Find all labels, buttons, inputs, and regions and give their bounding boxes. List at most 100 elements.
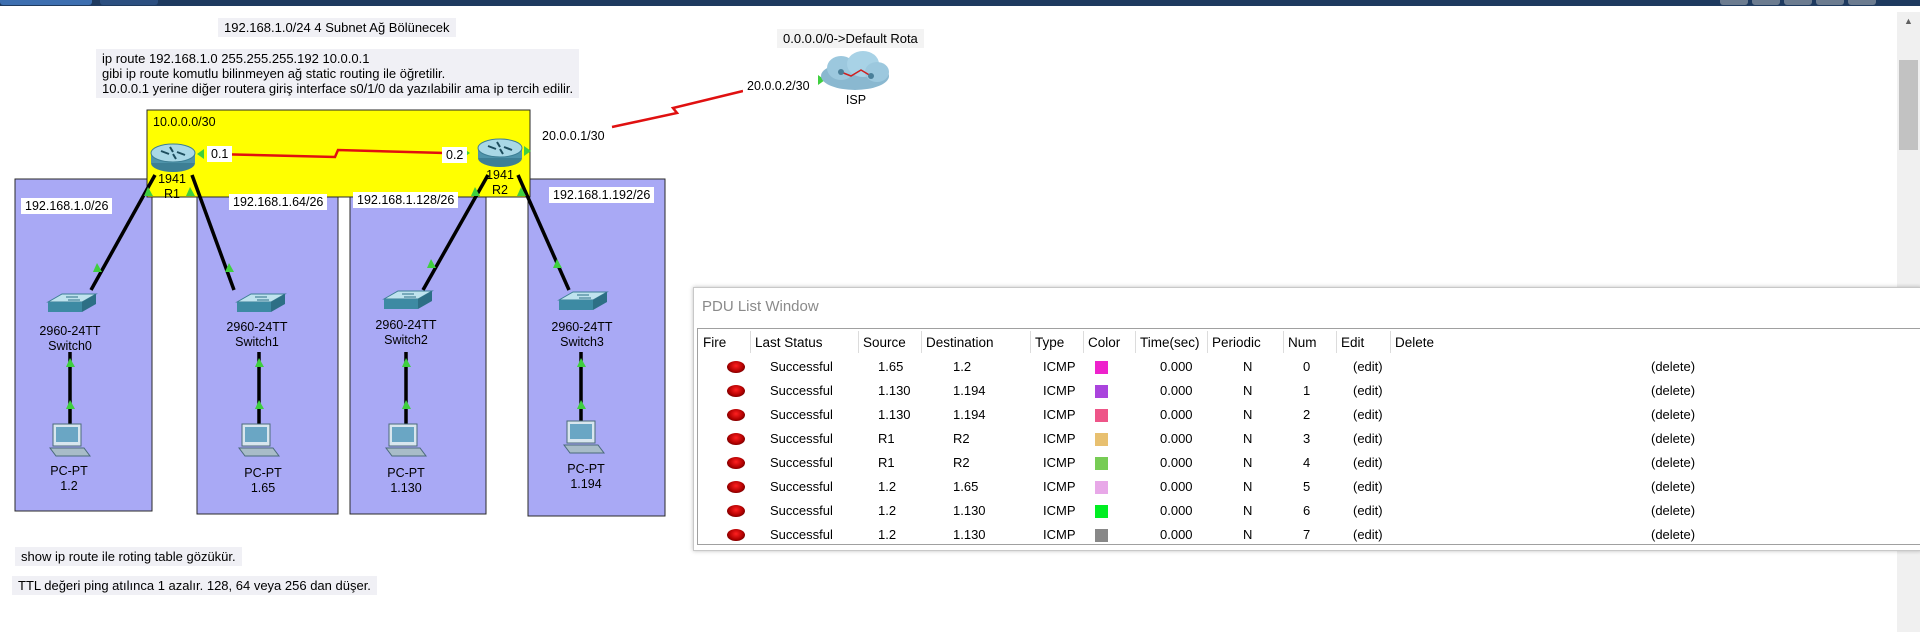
router-r2-name: R2 <box>492 183 508 197</box>
pdu-row-periodic: N <box>1243 527 1253 542</box>
column-header-periodic[interactable]: Periodic <box>1212 335 1261 350</box>
pdu-row-edit-link[interactable]: (edit) <box>1353 407 1383 422</box>
pdu-table[interactable]: Fire Last Status Source Destination Type… <box>697 328 1920 545</box>
pdu-row-delete-link[interactable]: (delete) <box>1651 383 1695 398</box>
pdu-row-source: R1 <box>878 455 895 470</box>
pdu-row-edit-link[interactable]: (edit) <box>1353 479 1383 494</box>
pdu-row-edit-link[interactable]: (edit) <box>1353 383 1383 398</box>
pdu-row-time: 0.000 <box>1160 359 1193 374</box>
pdu-row-periodic: N <box>1243 407 1253 422</box>
router-r2-icon[interactable] <box>477 138 523 167</box>
fire-button-icon[interactable] <box>727 505 745 517</box>
scroll-up-arrow-icon[interactable]: ▲ <box>1899 12 1918 30</box>
r2-interface-label: 0.2 <box>442 147 468 163</box>
switch1-label: 2960-24TT Switch1 <box>212 320 302 350</box>
column-header-source[interactable]: Source <box>863 335 906 350</box>
pc1-name: 1.65 <box>250 481 276 495</box>
column-header-delete[interactable]: Delete <box>1395 335 1434 350</box>
pdu-row-delete-link[interactable]: (delete) <box>1651 431 1695 446</box>
router-r1-icon[interactable] <box>150 143 196 172</box>
default-route-note[interactable]: 0.0.0.0/0->Default Rota <box>777 29 924 48</box>
serial-link-r2-isp <box>611 89 744 129</box>
pdu-row-edit-link[interactable]: (edit) <box>1353 431 1383 446</box>
pdu-row-type: ICMP <box>1043 479 1076 494</box>
pdu-row-periodic: N <box>1243 383 1253 398</box>
column-divider <box>1030 331 1031 353</box>
pdu-row-edit-link[interactable]: (edit) <box>1353 527 1383 542</box>
column-header-destination[interactable]: Destination <box>926 335 994 350</box>
pdu-row-delete-link[interactable]: (delete) <box>1651 479 1695 494</box>
pdu-row-time: 0.000 <box>1160 383 1193 398</box>
fire-button-icon[interactable] <box>727 433 745 445</box>
pdu-row-edit-link[interactable]: (edit) <box>1353 359 1383 374</box>
pdu-row-delete-link[interactable]: (delete) <box>1651 503 1695 518</box>
ttl-note[interactable]: TTL değeri ping atılınca 1 azalır. 128, … <box>12 576 377 595</box>
pdu-row-delete-link[interactable]: (delete) <box>1651 359 1695 374</box>
pdu-row-color-swatch <box>1095 433 1108 446</box>
column-header-color[interactable]: Color <box>1088 335 1120 350</box>
fire-button-icon[interactable] <box>727 385 745 397</box>
isp-label: ISP <box>811 93 901 108</box>
isp-name: ISP <box>845 93 867 107</box>
pdu-row-color-swatch <box>1095 361 1108 374</box>
pdu-row-periodic: N <box>1243 455 1253 470</box>
subnet-label-0: 192.168.1.0/26 <box>21 198 113 214</box>
column-header-type[interactable]: Type <box>1035 335 1064 350</box>
wan-network-label: 10.0.0.0/30 <box>149 114 220 130</box>
pdu-row-color-swatch <box>1095 409 1108 422</box>
column-divider <box>1336 331 1337 353</box>
pdu-row-status: Successful <box>770 407 833 422</box>
pdu-row-edit-link[interactable]: (edit) <box>1353 455 1383 470</box>
pdu-row-delete-link[interactable]: (delete) <box>1651 407 1695 422</box>
pdu-row-num: 3 <box>1303 431 1311 446</box>
scrollbar-thumb[interactable] <box>1899 60 1918 150</box>
column-header-fire[interactable]: Fire <box>703 335 726 350</box>
pdu-list-window[interactable]: PDU List Window Fire Last Status Source … <box>693 287 1920 551</box>
ttl-note-text: TTL değeri ping atılınca 1 azalır. 128, … <box>18 578 371 593</box>
column-divider <box>858 331 859 353</box>
pdu-row-time: 0.000 <box>1160 479 1193 494</box>
router-r1-name: R1 <box>164 187 180 201</box>
pdu-row-time: 0.000 <box>1160 527 1193 542</box>
pdu-row-type: ICMP <box>1043 359 1076 374</box>
column-header-num[interactable]: Num <box>1288 335 1317 350</box>
pdu-row-color-swatch <box>1095 529 1108 542</box>
pdu-row-status: Successful <box>770 431 833 446</box>
pdu-row-time: 0.000 <box>1160 503 1193 518</box>
fire-button-icon[interactable] <box>727 457 745 469</box>
pdu-row-edit-link[interactable]: (edit) <box>1353 503 1383 518</box>
route-note[interactable]: ip route 192.168.1.0 255.255.255.192 10.… <box>96 49 580 98</box>
column-divider <box>1083 331 1084 353</box>
subnet-label-1: 192.168.1.64/26 <box>229 194 328 210</box>
pdu-row-destination: 1.194 <box>953 383 986 398</box>
column-header-edit[interactable]: Edit <box>1341 335 1364 350</box>
pc2-name: 1.130 <box>390 481 422 495</box>
title-note[interactable]: 192.168.1.0/24 4 Subnet Ağ Bölünecek <box>218 18 456 37</box>
pdu-row-type: ICMP <box>1043 407 1076 422</box>
column-header-time[interactable]: Time(sec) <box>1140 335 1200 350</box>
pdu-row-num: 1 <box>1303 383 1311 398</box>
r1-interface-label: 0.1 <box>207 146 233 162</box>
pc3-name: 1.194 <box>570 477 602 491</box>
router-r2-label: 1941 R2 <box>455 168 545 198</box>
pdu-row-color-swatch <box>1095 457 1108 470</box>
column-divider <box>1390 331 1391 353</box>
pdu-row-num: 0 <box>1303 359 1311 374</box>
fire-button-icon[interactable] <box>727 361 745 373</box>
pdu-row-delete-link[interactable]: (delete) <box>1651 455 1695 470</box>
isp-cloud-icon[interactable] <box>821 51 889 90</box>
column-divider <box>1207 331 1208 353</box>
pdu-row-periodic: N <box>1243 503 1253 518</box>
subnet-label-3: 192.168.1.192/26 <box>549 187 655 203</box>
pdu-row-delete-link[interactable]: (delete) <box>1651 527 1695 542</box>
switch3-label: 2960-24TT Switch3 <box>537 320 627 350</box>
fire-button-icon[interactable] <box>727 481 745 493</box>
fire-button-icon[interactable] <box>727 529 745 541</box>
fire-button-icon[interactable] <box>727 409 745 421</box>
switch2-label: 2960-24TT Switch2 <box>361 318 451 348</box>
show-ip-route-note[interactable]: show ip route ile roting table gözükür. <box>15 547 242 566</box>
pc2-label: PC-PT 1.130 <box>361 466 451 496</box>
pdu-window-title: PDU List Window <box>702 298 819 315</box>
pc0-name: 1.2 <box>60 479 78 493</box>
column-header-last-status[interactable]: Last Status <box>755 335 823 350</box>
